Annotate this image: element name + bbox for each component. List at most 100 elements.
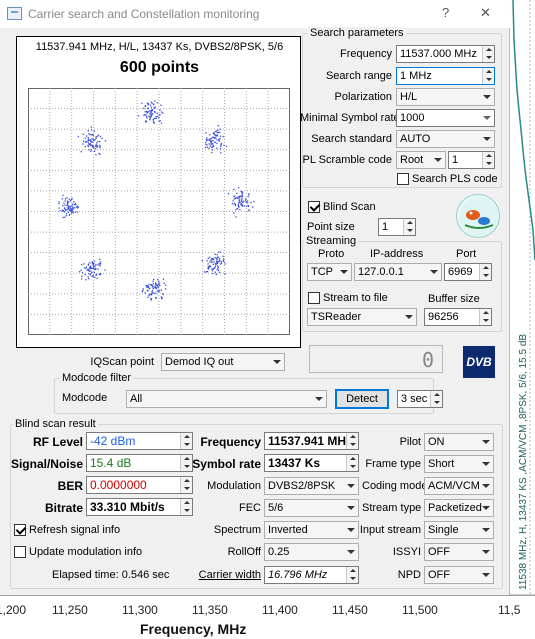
min-symbol-rate-select[interactable]: 1000 xyxy=(396,109,495,127)
modulation-value: DVBS2/8PSK xyxy=(268,480,336,492)
port-input[interactable]: 6969 xyxy=(444,263,492,281)
carrier-width-field[interactable]: 16.796 MHz xyxy=(264,566,359,584)
constellation-point xyxy=(71,198,73,200)
constellation-point xyxy=(157,278,159,281)
pl-scramble-code-input[interactable]: 1 xyxy=(448,151,495,169)
detect-interval-spinner[interactable] xyxy=(430,391,442,407)
pl-scramble-mode-select[interactable]: Root xyxy=(396,151,446,169)
search-range-value: 1 MHz xyxy=(400,70,432,82)
frame-type-select[interactable]: Short xyxy=(424,455,494,473)
search-range-input[interactable]: 1 MHz xyxy=(396,67,495,85)
modcode-select[interactable]: All xyxy=(126,390,327,408)
dialog: Carrier search and Constellation monitor… xyxy=(0,0,510,595)
port-spinner[interactable] xyxy=(479,264,491,280)
constellation-point xyxy=(156,284,158,286)
pilot-select[interactable]: ON xyxy=(424,433,494,451)
constellation-point xyxy=(88,269,90,271)
constellation-point xyxy=(220,152,222,154)
constellation-point xyxy=(88,143,91,146)
detect-interval-input[interactable]: 3 sec xyxy=(397,390,443,408)
modulation-select[interactable]: DVBS2/8PSK xyxy=(264,477,359,495)
fec-select[interactable]: 5/6 xyxy=(264,499,359,517)
signal-noise-field[interactable]: 15.4 dB xyxy=(86,454,193,472)
constellation-point xyxy=(98,273,100,275)
result-frequency-field[interactable]: 11537.941 MHz xyxy=(264,432,359,450)
x-axis-tick-label: 11,300 xyxy=(122,603,158,617)
symbol-rate-field[interactable]: 13437 Ks xyxy=(264,454,359,472)
result-frequency-spinner[interactable] xyxy=(346,433,358,449)
iqscan-point-select[interactable]: Demod IQ out xyxy=(161,353,285,371)
constellation-point xyxy=(154,106,156,108)
result-frequency-label: Frequency xyxy=(200,435,261,449)
constellation-point xyxy=(77,205,79,207)
iq-display-value: 0 xyxy=(421,348,434,372)
constellation-point xyxy=(68,209,71,211)
chevron-down-icon xyxy=(347,550,355,554)
constellation-point xyxy=(79,271,81,273)
point-size-spinner[interactable] xyxy=(403,219,415,235)
constellation-point xyxy=(97,134,100,136)
pl-scramble-code-spinner[interactable] xyxy=(482,152,494,168)
constellation-point xyxy=(150,106,152,108)
rolloff-select[interactable]: 0.25 xyxy=(264,543,359,561)
constellation-point xyxy=(211,261,213,263)
constellation-point xyxy=(74,211,76,213)
refresh-signal-checkbox[interactable] xyxy=(14,524,26,536)
constellation-point xyxy=(96,144,98,147)
search-pls-checkbox[interactable] xyxy=(397,173,409,185)
symbol-rate-spinner[interactable] xyxy=(346,455,358,471)
coding-mode-select[interactable]: ACM/VCM xyxy=(424,477,494,495)
detect-button[interactable]: Detect xyxy=(335,389,389,409)
help-button[interactable]: ? xyxy=(442,5,449,20)
blind-scan-checkbox[interactable] xyxy=(308,201,320,213)
constellation-point xyxy=(87,138,89,140)
stream-type-value: Packetized xyxy=(428,502,482,514)
constellation-point xyxy=(66,209,68,211)
polarization-label: Polarization xyxy=(334,91,392,103)
constellation-point xyxy=(212,259,214,261)
constellation-point xyxy=(85,267,87,269)
x-axis-tick-label: 11,5 xyxy=(498,603,521,617)
input-stream-select[interactable]: Single xyxy=(424,521,494,539)
rf-level-spinner[interactable] xyxy=(180,433,192,449)
npd-select[interactable]: OFF xyxy=(424,566,494,584)
constellation-point xyxy=(152,118,154,120)
stream-type-select[interactable]: Packetized xyxy=(424,499,494,517)
constellation-point xyxy=(81,278,83,280)
search-standard-select[interactable]: AUTO xyxy=(396,130,495,148)
constellation-point xyxy=(155,287,157,289)
buffer-size-input[interactable]: 96256 xyxy=(424,308,492,326)
constellation-point xyxy=(206,146,208,148)
constellation-point xyxy=(74,202,76,205)
blind-scan-result-label: Blind scan result xyxy=(13,418,98,430)
buffer-size-spinner[interactable] xyxy=(479,309,491,325)
constellation-point xyxy=(204,271,206,273)
ip-address-select[interactable]: 127.0.0.1 xyxy=(354,263,442,281)
constellation-point xyxy=(207,268,209,270)
polarization-select[interactable]: H/L xyxy=(396,88,495,106)
search-range-spinner[interactable] xyxy=(482,68,494,84)
chevron-down-icon xyxy=(482,550,490,554)
constellation-point xyxy=(67,203,69,205)
carrier-width-spinner[interactable] xyxy=(346,567,358,583)
issyi-select[interactable]: OFF xyxy=(424,543,494,561)
ber-spinner[interactable] xyxy=(180,477,192,493)
constellation-point xyxy=(156,290,158,292)
constellation-point xyxy=(146,110,148,112)
bitrate-spinner[interactable] xyxy=(180,499,192,515)
stream-reader-select[interactable]: TSReader xyxy=(307,308,417,326)
constellation-point xyxy=(216,269,218,271)
constellation-point xyxy=(87,276,89,278)
carrier-width-link[interactable]: Carrier width xyxy=(196,569,261,581)
frequency-spinner[interactable] xyxy=(482,46,494,62)
point-size-input[interactable]: 1 xyxy=(378,218,416,236)
bitrate-field[interactable]: 33.310 Mbit/s xyxy=(86,498,193,516)
frequency-input[interactable]: 11537.000 MHz xyxy=(396,45,495,63)
ber-field[interactable]: 0.0000000 xyxy=(86,476,193,494)
spectrum-select[interactable]: Inverted xyxy=(264,521,359,539)
proto-select[interactable]: TCP xyxy=(307,263,352,281)
update-modulation-checkbox[interactable] xyxy=(14,546,26,558)
rf-level-field[interactable]: -42 dBm xyxy=(86,432,193,450)
stream-to-file-checkbox[interactable] xyxy=(308,292,320,304)
close-button[interactable]: ✕ xyxy=(480,5,491,21)
